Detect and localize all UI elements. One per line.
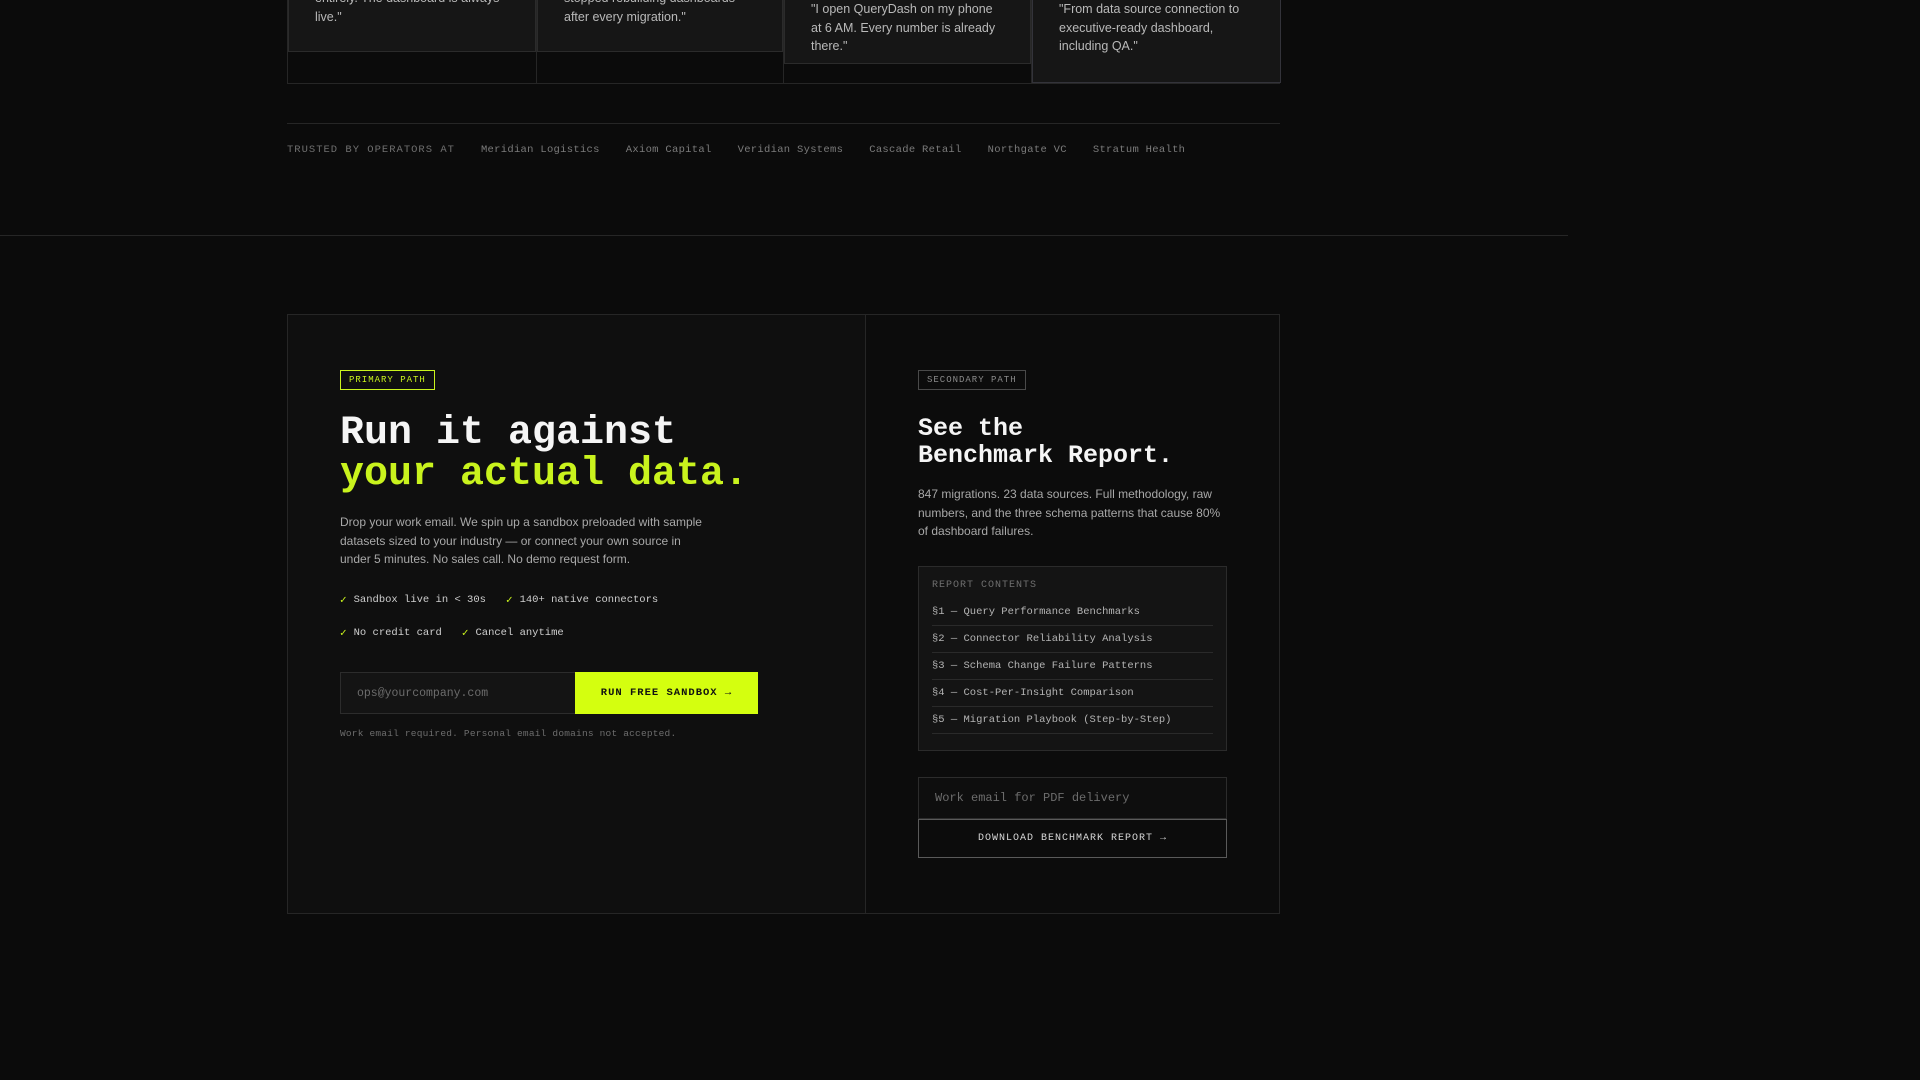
sandbox-signup-form: RUN FREE SANDBOX → <box>340 672 758 714</box>
email-requirement-note: Work email required. Personal email doma… <box>340 728 677 739</box>
trusted-by-row: TRUSTED BY OPERATORS AT Meridian Logisti… <box>287 123 1280 156</box>
download-report-button[interactable]: DOWNLOAD BENCHMARK REPORT → <box>918 819 1227 858</box>
testimonial-column: "I open QueryDash on my phone at 6 AM. E… <box>784 0 1032 84</box>
primary-description: Drop your work email. We spin up a sandb… <box>340 515 702 566</box>
company-name: Axiom Capital <box>625 144 712 156</box>
company-name: Stratum Health <box>1092 144 1186 156</box>
secondary-headline-line2: Benchmark Report. <box>918 441 1174 470</box>
check-icon: ✓ <box>505 595 513 607</box>
check-icon: ✓ <box>461 628 469 640</box>
testimonial-quote: "From data source connection to executiv… <box>1059 2 1240 53</box>
primary-path-tag: PRIMARY PATH <box>340 370 435 390</box>
report-section-item: §4 — Cost-Per-Insight Comparison <box>932 680 1213 707</box>
testimonial-column: entirely. The dashboard is always live." <box>288 0 537 84</box>
report-section-item: §1 — Query Performance Benchmarks <box>932 599 1213 626</box>
report-section-item: §2 — Connector Reliability Analysis <box>932 626 1213 653</box>
testimonial-card: "From data source connection to executiv… <box>1032 0 1281 83</box>
testimonial-card: entirely. The dashboard is always live." <box>288 0 536 52</box>
secondary-path-panel: SECONDARY PATH See the Benchmark Report.… <box>866 315 1279 913</box>
testimonial-card: "I open QueryDash on my phone at 6 AM. E… <box>784 0 1031 64</box>
run-free-sandbox-button[interactable]: RUN FREE SANDBOX → <box>575 672 758 714</box>
report-section-item: §3 — Schema Change Failure Patterns <box>932 653 1213 680</box>
feature-check-label: No credit card <box>353 627 442 639</box>
testimonial-column: "From data source connection to executiv… <box>1032 0 1281 84</box>
pdf-email-input[interactable] <box>918 777 1227 819</box>
testimonial-quote: entirely. The dashboard is always live." <box>315 0 499 24</box>
feature-check-label: 140+ native connectors <box>519 594 659 606</box>
testimonial-quote: "I open QueryDash on my phone at 6 AM. E… <box>811 2 996 53</box>
company-name: Cascade Retail <box>869 144 962 156</box>
feature-check: ✓ Sandbox live in < 30s <box>340 592 486 608</box>
testimonial-strip: entirely. The dashboard is always live."… <box>287 0 1281 84</box>
testimonial-card: stopped rebuilding dashboards after ever… <box>537 0 783 52</box>
feature-check: ✓ No credit card <box>340 625 442 641</box>
section-divider <box>0 235 1568 236</box>
report-contents-box: REPORT CONTENTS §1 — Query Performance B… <box>918 566 1227 751</box>
secondary-headline-line1: See the <box>918 414 1024 443</box>
feature-check: ✓ 140+ native connectors <box>506 592 658 608</box>
primary-path-panel: PRIMARY PATH Run it against your actual … <box>288 315 866 913</box>
check-icon: ✓ <box>340 628 347 640</box>
feature-checklist: ✓ Sandbox live in < 30s ✓ 140+ native co… <box>340 592 780 641</box>
report-contents-title: REPORT CONTENTS <box>932 580 1038 591</box>
secondary-path-tag: SECONDARY PATH <box>918 370 1026 390</box>
primary-headline-line1: Run it against <box>340 411 677 456</box>
company-name: Northgate VC <box>987 144 1067 156</box>
feature-check: ✓ Cancel anytime <box>462 625 564 641</box>
secondary-headline: See the Benchmark Report. <box>918 415 1238 469</box>
testimonial-quote: stopped rebuilding dashboards after ever… <box>564 0 735 24</box>
secondary-description: 847 migrations. 23 data sources. Full me… <box>918 487 1221 538</box>
cta-section: PRIMARY PATH Run it against your actual … <box>287 314 1280 914</box>
report-section-item: §5 — Migration Playbook (Step-by-Step) <box>932 707 1213 734</box>
testimonial-column: stopped rebuilding dashboards after ever… <box>537 0 784 84</box>
primary-headline-accent: your actual data. <box>340 452 749 497</box>
trusted-label: TRUSTED BY OPERATORS AT <box>287 144 455 156</box>
feature-check-label: Sandbox live in < 30s <box>353 594 486 606</box>
check-icon: ✓ <box>340 595 347 607</box>
company-name: Veridian Systems <box>737 144 844 156</box>
sandbox-email-input[interactable] <box>340 672 575 714</box>
feature-check-label: Cancel anytime <box>475 627 564 639</box>
company-name: Meridian Logistics <box>480 144 600 156</box>
primary-headline: Run it against your actual data. <box>340 413 840 495</box>
